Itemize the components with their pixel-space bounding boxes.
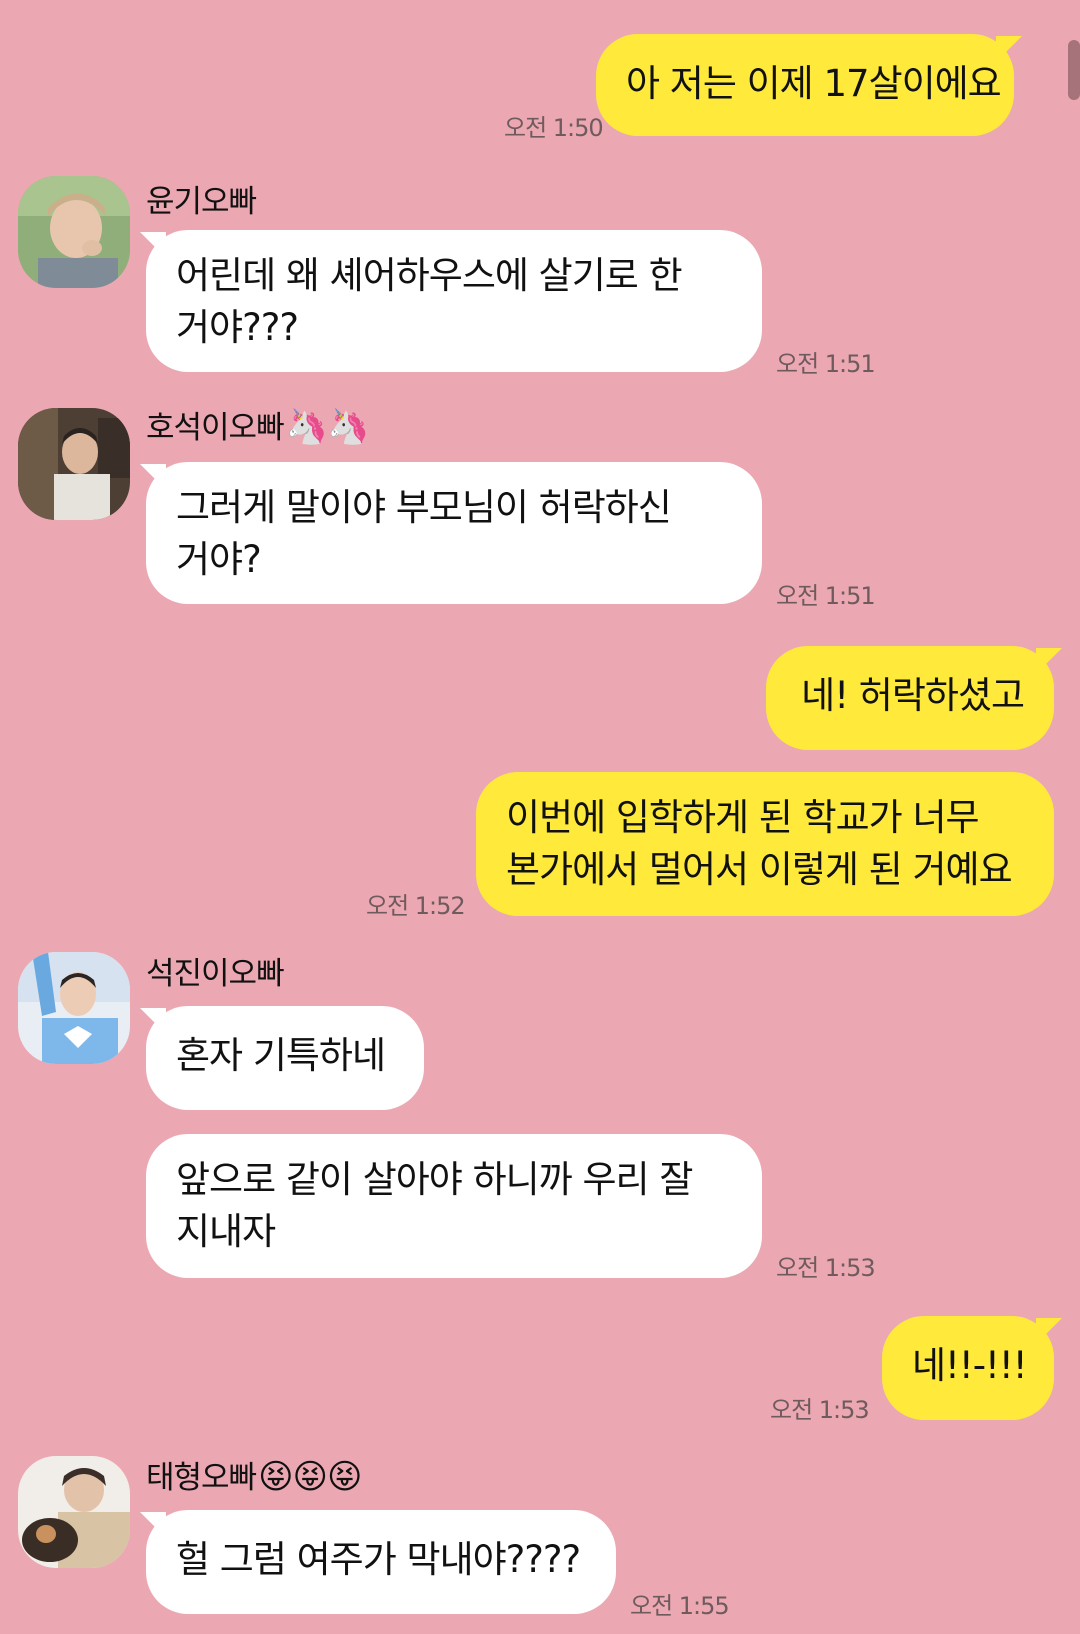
sender-name: 석진이오빠 — [146, 956, 285, 992]
tongue-emoji: 😝😝😝 — [258, 1457, 362, 1497]
message-text: 헐 그럼 여주가 막내야???? — [176, 1538, 581, 1581]
message-text: 거야? — [176, 538, 262, 581]
incoming-message-bubble[interactable]: 앞으로 같이 살아야 하니까 우리 잘 지내자 — [146, 1134, 762, 1278]
profile-photo-avatar — [18, 408, 130, 520]
message-text: 지내자 — [176, 1210, 276, 1253]
unicorn-emoji: 🦄🦄 — [285, 407, 370, 447]
message-text: 이번에 입학하게 된 학교가 너무 — [506, 796, 980, 839]
incoming-message-bubble[interactable]: 헐 그럼 여주가 막내야???? — [146, 1510, 616, 1614]
profile-photo-avatar — [18, 176, 130, 288]
message-text: 아 저는 이제 17살이에요 — [626, 62, 1002, 105]
message-timestamp: 오전 1:50 — [504, 114, 604, 142]
avatar[interactable] — [18, 176, 130, 288]
sender-name: 윤기오빠 — [146, 184, 257, 220]
message-timestamp: 오전 1:53 — [770, 1396, 870, 1424]
profile-photo-avatar — [18, 952, 130, 1064]
message-timestamp: 오전 1:52 — [366, 892, 466, 920]
avatar[interactable] — [18, 952, 130, 1064]
message-timestamp: 오전 1:51 — [776, 582, 876, 610]
message-text: 네!!-!!! — [912, 1344, 1028, 1387]
chat-area[interactable]: 아 저는 이제 17살이에요 오전 1:50 윤기오빠 어린데 왜 셰어하우스에… — [0, 0, 1080, 1634]
scrollbar-thumb[interactable] — [1068, 40, 1080, 100]
incoming-message-bubble[interactable]: 혼자 기특하네 — [146, 1006, 424, 1110]
message-timestamp: 오전 1:55 — [630, 1592, 730, 1620]
incoming-message-bubble[interactable]: 그러게 말이야 부모님이 허락하신 거야? — [146, 462, 762, 604]
message-text: 어린데 왜 셰어하우스에 살기로 한 — [176, 254, 683, 297]
message-text: 네! 허락하셨고 — [801, 674, 1025, 717]
outgoing-message-bubble[interactable]: 네! 허락하셨고 — [766, 646, 1054, 750]
message-timestamp: 오전 1:53 — [776, 1254, 876, 1282]
message-text: 거야??? — [176, 306, 299, 349]
message-text: 그러게 말이야 부모님이 허락하신 — [176, 486, 672, 529]
sender-name: 호석이오빠🦄🦄 — [146, 407, 370, 447]
message-text: 혼자 기특하네 — [176, 1034, 386, 1077]
incoming-message-bubble[interactable]: 어린데 왜 셰어하우스에 살기로 한 거야??? — [146, 230, 762, 372]
message-text: 앞으로 같이 살아야 하니까 우리 잘 — [176, 1158, 693, 1201]
outgoing-message-bubble[interactable]: 아 저는 이제 17살이에요 — [596, 34, 1014, 136]
outgoing-message-bubble[interactable]: 이번에 입학하게 된 학교가 너무 본가에서 멀어서 이렇게 된 거예요 — [476, 772, 1054, 916]
message-timestamp: 오전 1:51 — [776, 350, 876, 378]
sender-name: 태형오빠😝😝😝 — [146, 1457, 362, 1497]
avatar[interactable] — [18, 1456, 130, 1568]
profile-photo-avatar — [18, 1456, 130, 1568]
avatar[interactable] — [18, 408, 130, 520]
message-text: 본가에서 멀어서 이렇게 된 거예요 — [506, 848, 1013, 891]
outgoing-message-bubble[interactable]: 네!!-!!! — [882, 1316, 1054, 1420]
